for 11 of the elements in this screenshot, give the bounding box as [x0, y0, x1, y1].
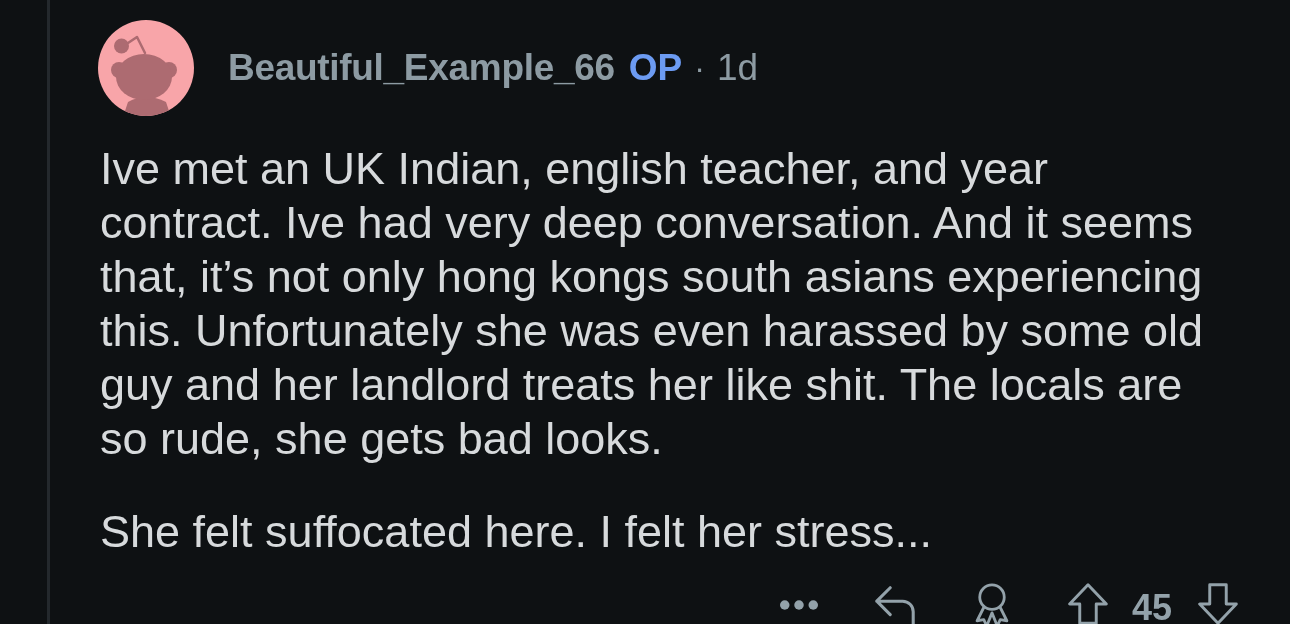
more-icon[interactable] — [779, 600, 818, 610]
vote-count: 45 — [1131, 586, 1172, 624]
timestamp: 1d — [716, 47, 759, 89]
avatar-icon[interactable] — [98, 20, 194, 116]
down-arrow-icon[interactable] — [1196, 582, 1240, 624]
comment-text: She felt suffocated here. I felt her stress... — [100, 505, 934, 559]
comment-text: Ive met an UK Indian, english teacher, and year contract. Ive had very deep conversation. And it seems that, it’s not only hong kongs south asians experiencing this. Unfortunately she was even harassed by some old guy and her landlord treats her like shit. The locals are so rude, she gets bad looks. — [100, 142, 1205, 466]
username-link[interactable]: Beautiful_Example_66 — [228, 47, 615, 89]
up-arrow-icon[interactable] — [1065, 582, 1110, 624]
op-label: OP — [628, 47, 683, 89]
separator-text: · — [694, 49, 705, 87]
